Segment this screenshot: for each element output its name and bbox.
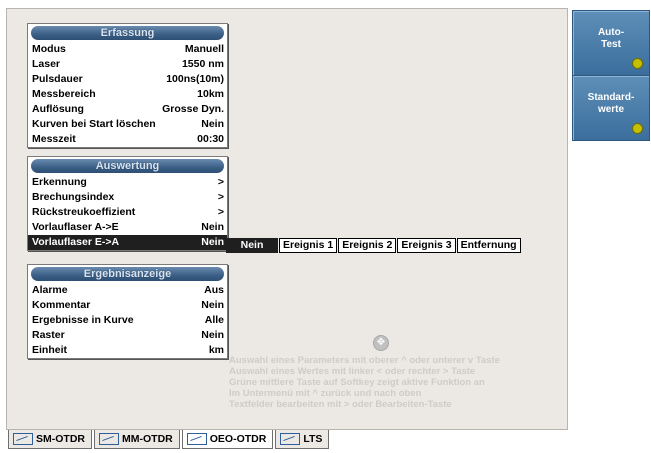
row-erkennung[interactable]: Erkennung > [28, 175, 227, 190]
row-brechungsindex[interactable]: Brechungsindex > [28, 190, 227, 205]
active-indicator-icon [632, 58, 643, 69]
main-screen: Erfassung Modus Manuell Laser 1550 nm Puls… [6, 8, 568, 430]
row-rueckstreukoeffizient[interactable]: Rückstreukoeffizient > [28, 205, 227, 220]
option-nein[interactable]: Nein [226, 238, 278, 253]
light-source-icon [280, 433, 301, 445]
otdr-trace-icon [13, 433, 33, 445]
active-indicator-icon [632, 123, 643, 134]
auswertung-title: Auswertung [31, 159, 224, 173]
row-pulsdauer[interactable]: Pulsdauer 100ns(10m) [28, 72, 227, 87]
value-options: Nein Ereignis 1 Ereignis 2 Ereignis 3 En… [226, 238, 522, 253]
navigation-pad-icon: ✥ [373, 335, 389, 351]
row-kommentar[interactable]: Kommentar Nein [28, 298, 227, 313]
tab-mm-otdr[interactable]: MM-OTDR [94, 430, 180, 449]
row-modus[interactable]: Modus Manuell [28, 42, 227, 57]
erfassung-panel: Erfassung Modus Manuell Laser 1550 nm Puls… [27, 23, 228, 148]
row-vorlauflaser-ea[interactable]: Vorlauflaser E->A Nein [28, 235, 227, 250]
row-kurven-loeschen[interactable]: Kurven bei Start löschen Nein [28, 117, 227, 132]
tab-lts[interactable]: LTS [275, 430, 330, 449]
row-einheit[interactable]: Einheit km [28, 343, 227, 358]
row-vorlauflaser-ae[interactable]: Vorlauflaser A->E Nein [28, 220, 227, 235]
option-ereignis-3[interactable]: Ereignis 3 [397, 238, 456, 253]
help-text: Auswahl eines Parameters mit oberer ^ od… [229, 355, 500, 410]
ergebnisanzeige-title: Ergebnisanzeige [31, 267, 224, 281]
row-alarme[interactable]: Alarme Aus [28, 283, 227, 298]
standardwerte-softkey[interactable]: Standard- werte [572, 75, 650, 141]
option-ereignis-1[interactable]: Ereignis 1 [279, 238, 338, 253]
row-raster[interactable]: Raster Nein [28, 328, 227, 343]
otdr-trace-icon [186, 433, 207, 445]
app-tabs: SM-OTDR MM-OTDR OEO-OTDR LTS [8, 430, 331, 450]
row-messzeit[interactable]: Messzeit 00:30 [28, 132, 227, 147]
tab-oeo-otdr[interactable]: OEO-OTDR [181, 430, 274, 449]
auswertung-panel: Auswertung Erkennung > Brechungsindex > Rü… [27, 156, 228, 251]
ergebnisanzeige-panel: Ergebnisanzeige Alarme Aus Kommentar Nein … [27, 264, 228, 359]
row-ergebnisse-in-kurve[interactable]: Ergebnisse in Kurve Alle [28, 313, 227, 328]
otdr-trace-icon [99, 433, 119, 445]
auto-test-softkey[interactable]: Auto- Test [572, 10, 650, 76]
option-entfernung[interactable]: Entfernung [456, 238, 521, 253]
row-aufloesung[interactable]: Auflösung Grosse Dyn. [28, 102, 227, 117]
option-ereignis-2[interactable]: Ereignis 2 [338, 238, 397, 253]
tab-sm-otdr[interactable]: SM-OTDR [8, 430, 92, 449]
row-laser[interactable]: Laser 1550 nm [28, 57, 227, 72]
row-messbereich[interactable]: Messbereich 10km [28, 87, 227, 102]
erfassung-title: Erfassung [31, 26, 224, 40]
